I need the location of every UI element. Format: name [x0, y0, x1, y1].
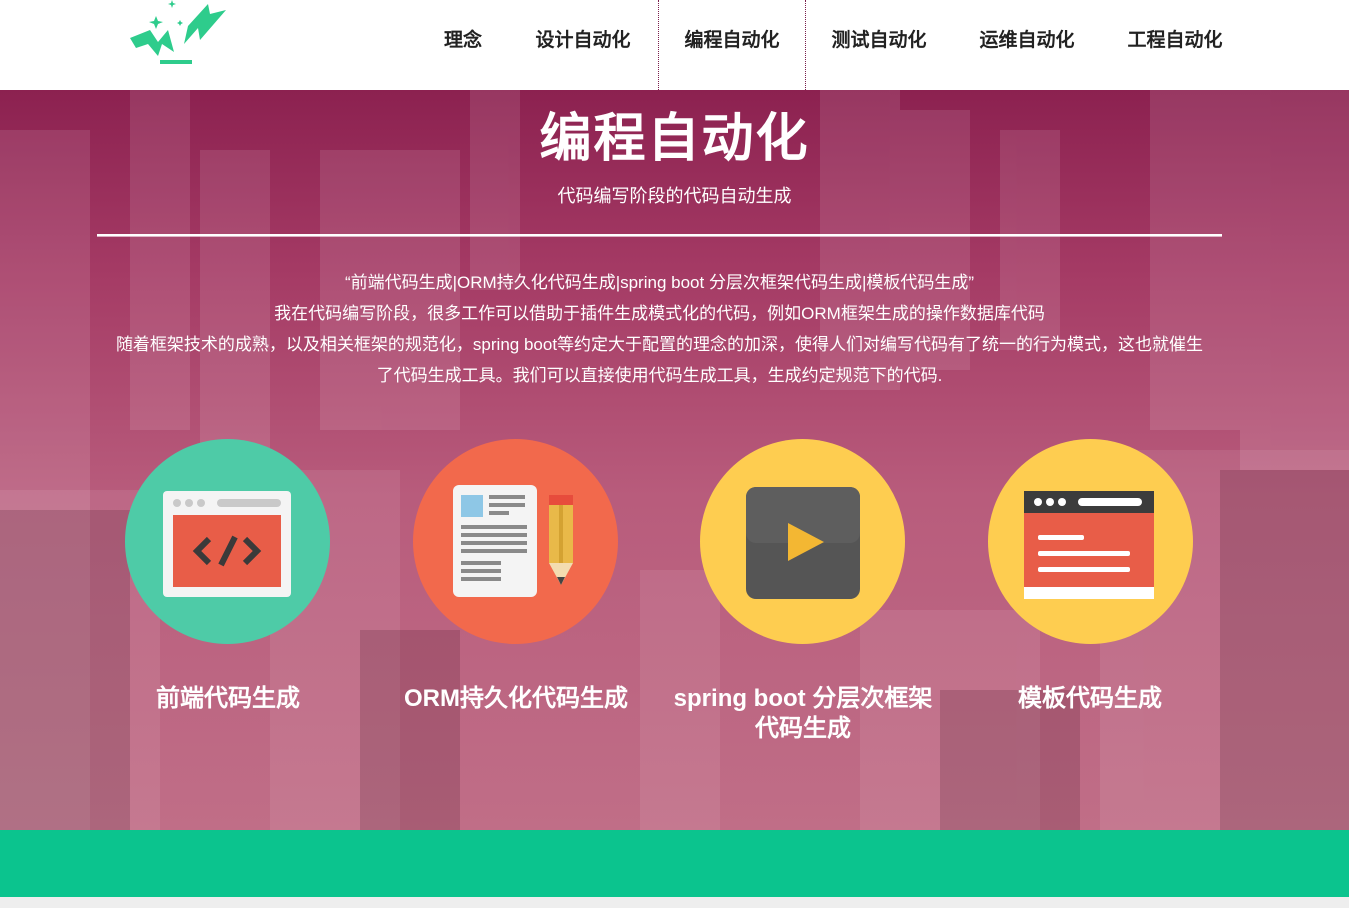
intro-line: 随着框架技术的成熟，以及相关框架的规范化，spring boot等约定大于配置的… — [115, 335, 1204, 354]
site-header: 理念 设计自动化 编程自动化 测试自动化 运维自动化 工程自动化 — [0, 0, 1349, 90]
intro-line: 我在代码编写阶段，很多工作可以借助于插件生成模式化的代码，例如ORM框架生成的操… — [274, 304, 1045, 323]
sparkle-icon — [149, 0, 183, 29]
feature-label-template: 模板代码生成 — [1018, 685, 1162, 712]
nav-item-engineering-automation[interactable]: 工程自动化 — [1102, 0, 1248, 90]
section-divider — [97, 234, 1222, 237]
footer-band — [0, 830, 1349, 897]
feature-spring-boot-code[interactable] — [700, 439, 905, 644]
nav-item-testing-automation[interactable]: 测试自动化 — [806, 0, 952, 90]
template-window-icon — [1024, 491, 1154, 599]
lightning-icon — [130, 30, 174, 56]
nav-item-design-automation[interactable]: 设计自动化 — [510, 0, 656, 90]
feature-label-orm: ORM持久化代码生成 — [404, 685, 628, 712]
feature-template-code[interactable] — [988, 439, 1193, 644]
page-subtitle: 代码编写阶段的代码自动生成 — [557, 186, 792, 206]
page-title: 编程自动化 — [539, 110, 810, 168]
nav-item-programming-automation[interactable]: 编程自动化 — [658, 0, 806, 90]
play-button-icon — [746, 487, 860, 599]
hero-section: 编程自动化 代码编写阶段的代码自动生成 “前端代码生成|ORM持久化代码生成|s… — [0, 90, 1349, 830]
intro-line: 了代码生成工具。我们可以直接使用代码生成工具，生成约定规范下的代码. — [376, 366, 943, 385]
logo[interactable] — [128, 0, 232, 70]
lightning-icon — [184, 4, 226, 44]
code-window-icon — [163, 491, 291, 597]
feature-label-spring-boot: spring boot 分层次框架代码生成 — [673, 685, 933, 742]
intro-line: “前端代码生成|ORM持久化代码生成|spring boot 分层次框架代码生成… — [344, 273, 975, 292]
feature-label-frontend: 前端代码生成 — [156, 685, 300, 712]
feature-orm-code[interactable] — [413, 439, 618, 644]
nav-item-ops-automation[interactable]: 运维自动化 — [954, 0, 1100, 90]
document-pencil-icon — [453, 485, 573, 597]
bottom-strip — [0, 897, 1349, 908]
feature-frontend-code[interactable] — [125, 439, 330, 644]
